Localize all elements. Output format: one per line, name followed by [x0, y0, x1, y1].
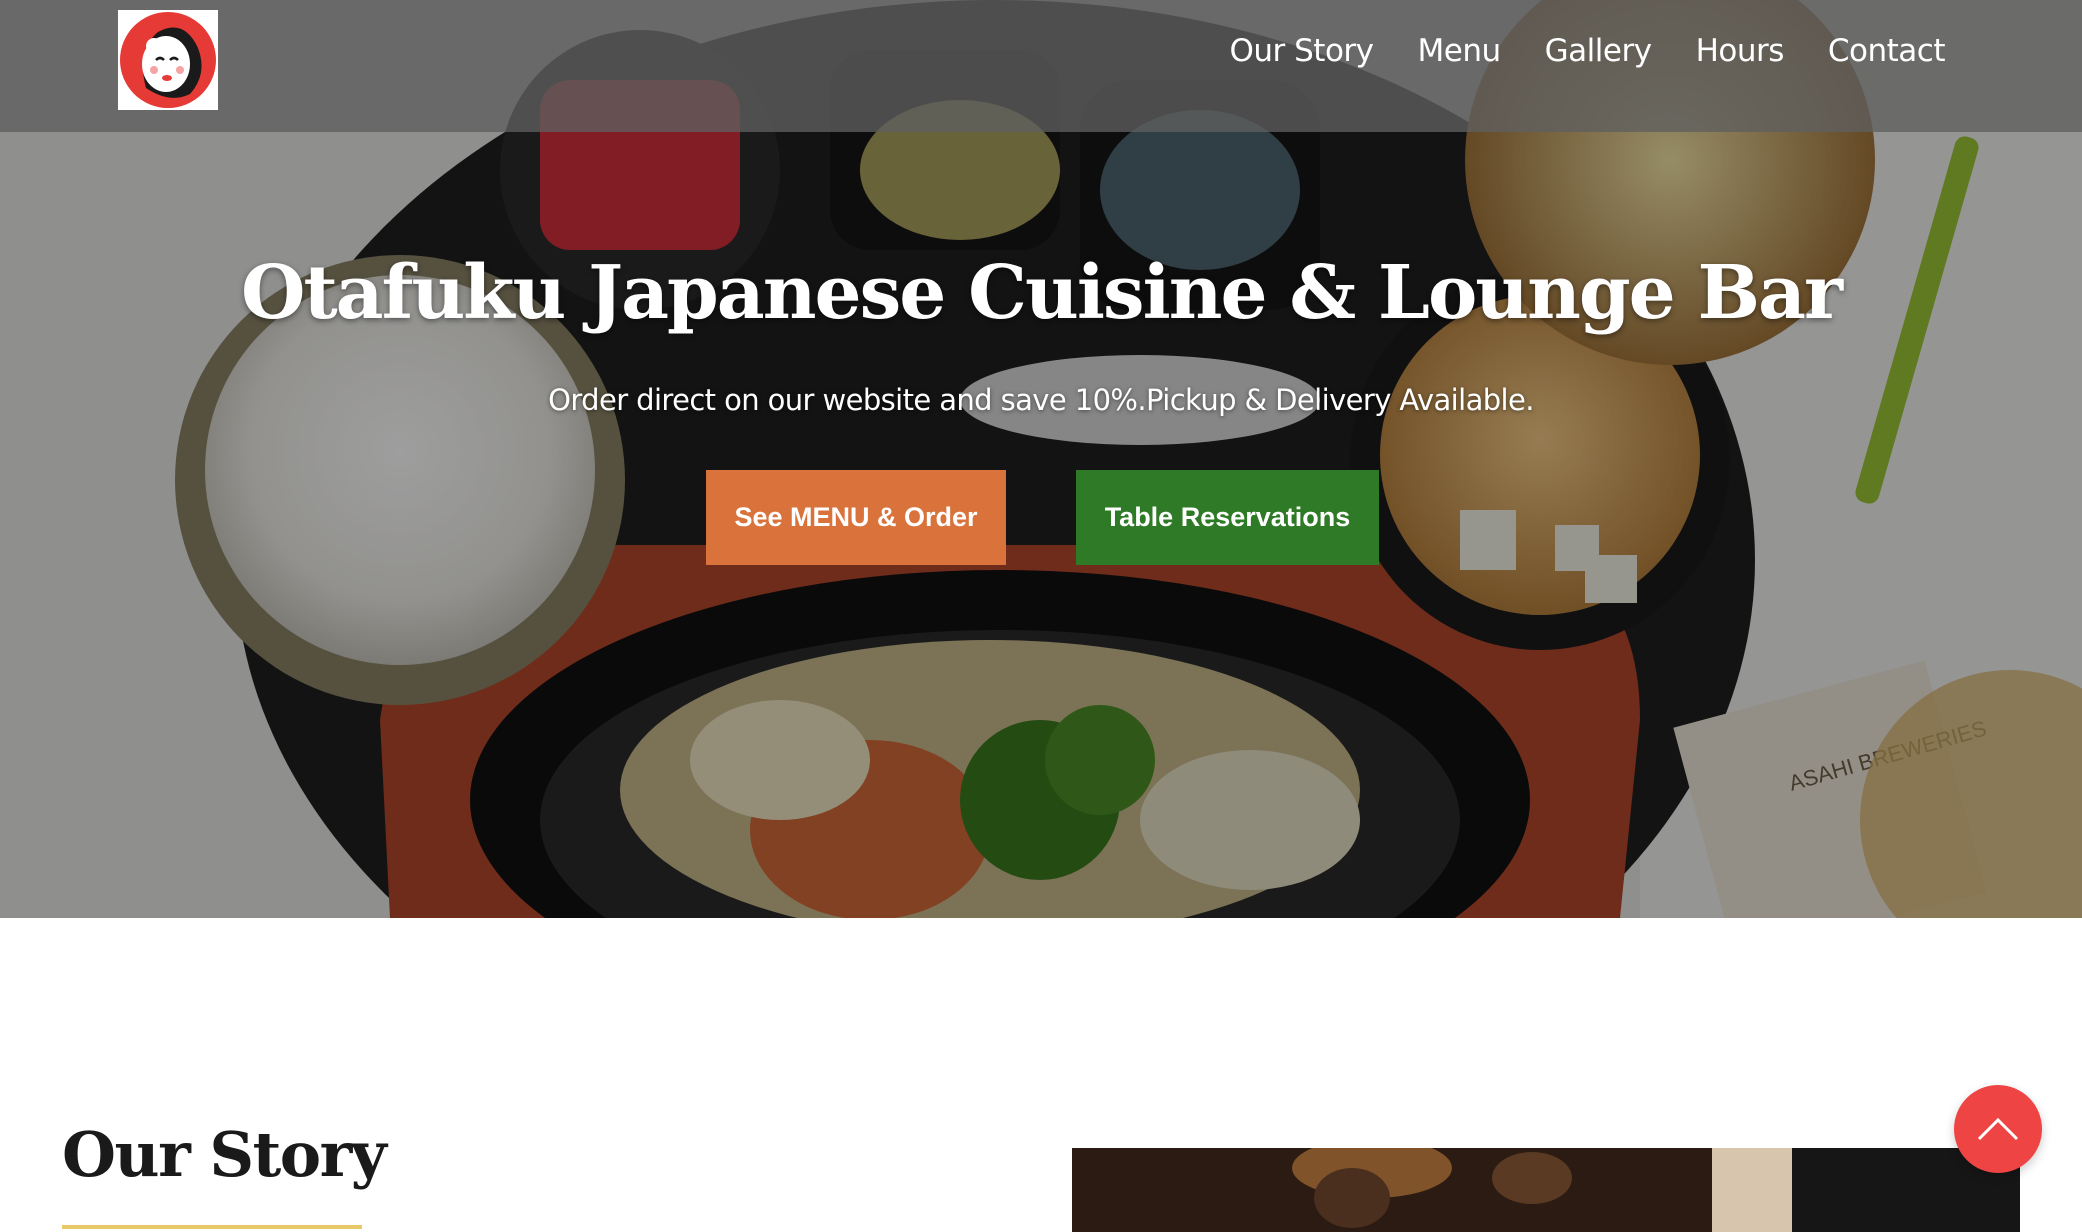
scroll-to-top-button[interactable]	[1954, 1085, 2042, 1173]
heading-underline	[62, 1225, 362, 1229]
restaurant-interior-image	[1072, 1148, 2020, 1232]
top-navbar: Our Story Menu Gallery Hours Contact	[0, 0, 2082, 132]
story-image	[1072, 1148, 2020, 1232]
otafuku-logo-icon	[120, 12, 216, 108]
table-reservations-button[interactable]: Table Reservations	[1076, 470, 1379, 565]
nav-menu[interactable]: Menu	[1418, 30, 1502, 72]
logo-link[interactable]	[118, 10, 218, 110]
chevron-up-icon	[1977, 1117, 2019, 1141]
our-story-heading: Our Story	[62, 1118, 387, 1191]
nav-our-story[interactable]: Our Story	[1229, 30, 1374, 72]
hero-section: ASAHI BREWERIES Our Story Menu Gallery H…	[0, 0, 2082, 918]
main-nav: Our Story Menu Gallery Hours Contact	[1229, 30, 1945, 72]
nav-contact[interactable]: Contact	[1828, 30, 1946, 72]
hero-title: Otafuku Japanese Cuisine & Lounge Bar	[241, 250, 1843, 336]
nav-gallery[interactable]: Gallery	[1545, 30, 1652, 72]
nav-hours[interactable]: Hours	[1696, 30, 1785, 72]
see-menu-order-button[interactable]: See MENU & Order	[706, 470, 1006, 565]
hero-subtitle: Order direct on our website and save 10%…	[548, 383, 1534, 417]
hero-overlay	[0, 0, 2082, 918]
